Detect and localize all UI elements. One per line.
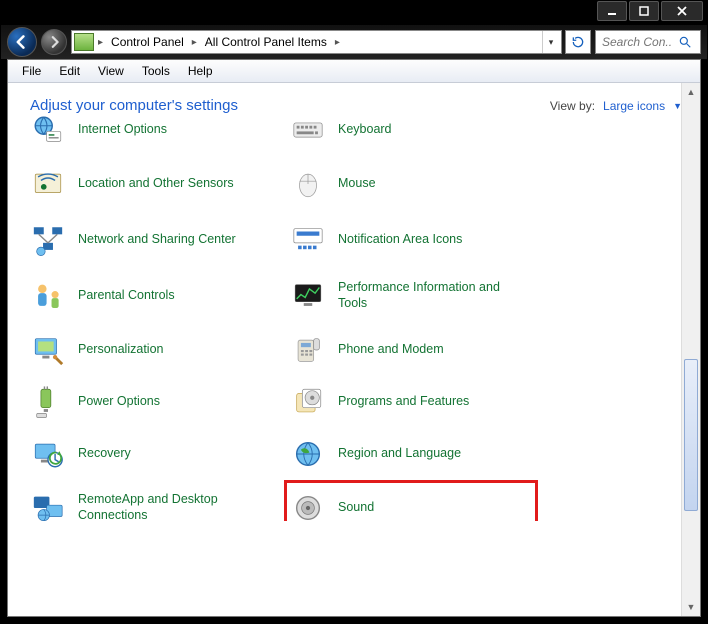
refresh-button[interactable] <box>565 30 591 54</box>
network-sharing-icon <box>30 222 66 258</box>
item-perf-info-tools[interactable]: Performance Information and Tools <box>286 270 536 322</box>
forward-button[interactable] <box>41 29 67 55</box>
vertical-scrollbar[interactable]: ▲ ▼ <box>681 83 700 616</box>
item-programs-features[interactable]: Programs and Features <box>286 378 536 426</box>
keyboard-icon <box>290 112 326 148</box>
notification-icons-icon <box>290 222 326 258</box>
item-location-sensors[interactable]: Location and Other Sensors <box>26 158 276 210</box>
content-area: Adjust your computer's settings View by:… <box>8 83 700 616</box>
navigation-bar: ▸ Control Panel ▸ All Control Panel Item… <box>1 25 707 59</box>
item-label: Programs and Features <box>338 394 469 410</box>
phone-modem-icon <box>290 332 326 368</box>
maximize-button[interactable] <box>629 1 659 21</box>
titlebar[interactable] <box>1 1 707 25</box>
control-panel-icon <box>74 33 94 51</box>
item-label: Keyboard <box>338 122 392 138</box>
item-label: Personalization <box>78 342 163 358</box>
breadcrumb[interactable]: All Control Panel Items <box>199 31 333 53</box>
scroll-thumb[interactable] <box>684 359 698 510</box>
item-sound[interactable]: Sound <box>286 482 536 521</box>
breadcrumb[interactable]: Control Panel <box>105 31 190 53</box>
sound-icon <box>290 490 326 521</box>
item-recovery[interactable]: Recovery <box>26 430 276 478</box>
item-label: Recovery <box>78 446 131 462</box>
region-language-icon <box>290 436 326 472</box>
address-bar[interactable]: ▸ Control Panel ▸ All Control Panel Item… <box>71 30 562 54</box>
search-icon <box>678 35 692 49</box>
address-dropdown[interactable]: ▾ <box>542 31 559 53</box>
item-region-language[interactable]: Region and Language <box>286 430 536 478</box>
item-power-options[interactable]: Power Options <box>26 378 276 426</box>
personalization-icon <box>30 332 66 368</box>
internet-options-icon <box>30 112 66 148</box>
scroll-track[interactable] <box>682 101 700 598</box>
menu-help[interactable]: Help <box>180 62 221 80</box>
minimize-button[interactable] <box>597 1 627 21</box>
parental-controls-icon <box>30 278 66 314</box>
items-grid: Internet Options Keyboard Location an <box>26 106 700 521</box>
menu-file[interactable]: File <box>14 62 49 80</box>
item-label: Network and Sharing Center <box>78 232 236 248</box>
item-label: RemoteApp and Desktop Connections <box>78 492 268 521</box>
location-sensors-icon <box>30 166 66 202</box>
window-frame: ▸ Control Panel ▸ All Control Panel Item… <box>0 0 708 624</box>
item-label: Region and Language <box>338 446 461 462</box>
back-button[interactable] <box>7 27 37 57</box>
search-input[interactable] <box>600 34 674 50</box>
item-parental-controls[interactable]: Parental Controls <box>26 270 276 322</box>
scroll-down-button[interactable]: ▼ <box>682 598 700 616</box>
programs-features-icon <box>290 384 326 420</box>
chevron-right-icon[interactable]: ▸ <box>190 37 199 48</box>
chevron-right-icon[interactable]: ▸ <box>96 37 105 48</box>
item-remoteapp[interactable]: RemoteApp and Desktop Connections <box>26 482 276 521</box>
menu-edit[interactable]: Edit <box>51 62 88 80</box>
item-mouse[interactable]: Mouse <box>286 158 536 210</box>
mouse-icon <box>290 166 326 202</box>
item-label: Parental Controls <box>78 288 175 304</box>
item-label: Sound <box>338 500 374 516</box>
menubar: File Edit View Tools Help <box>8 60 700 83</box>
item-personalization[interactable]: Personalization <box>26 326 276 374</box>
item-internet-options[interactable]: Internet Options <box>26 106 276 154</box>
remoteapp-icon <box>30 490 66 521</box>
item-label: Location and Other Sensors <box>78 176 234 192</box>
scroll-up-button[interactable]: ▲ <box>682 83 700 101</box>
item-label: Mouse <box>338 176 376 192</box>
item-label: Performance Information and Tools <box>338 280 528 311</box>
item-label: Phone and Modem <box>338 342 444 358</box>
search-box[interactable] <box>595 30 701 54</box>
power-options-icon <box>30 384 66 420</box>
recovery-icon <box>30 436 66 472</box>
item-label: Power Options <box>78 394 160 410</box>
menu-view[interactable]: View <box>90 62 132 80</box>
item-network-sharing[interactable]: Network and Sharing Center <box>26 214 276 266</box>
item-phone-modem[interactable]: Phone and Modem <box>286 326 536 374</box>
item-label: Notification Area Icons <box>338 232 462 248</box>
menu-tools[interactable]: Tools <box>134 62 178 80</box>
window-body: File Edit View Tools Help Adjust your co… <box>7 59 701 617</box>
performance-icon <box>290 278 326 314</box>
item-label: Internet Options <box>78 122 167 138</box>
close-button[interactable] <box>661 1 703 21</box>
item-keyboard[interactable]: Keyboard <box>286 106 536 154</box>
chevron-right-icon[interactable]: ▸ <box>333 37 342 48</box>
item-notification-icons[interactable]: Notification Area Icons <box>286 214 536 266</box>
